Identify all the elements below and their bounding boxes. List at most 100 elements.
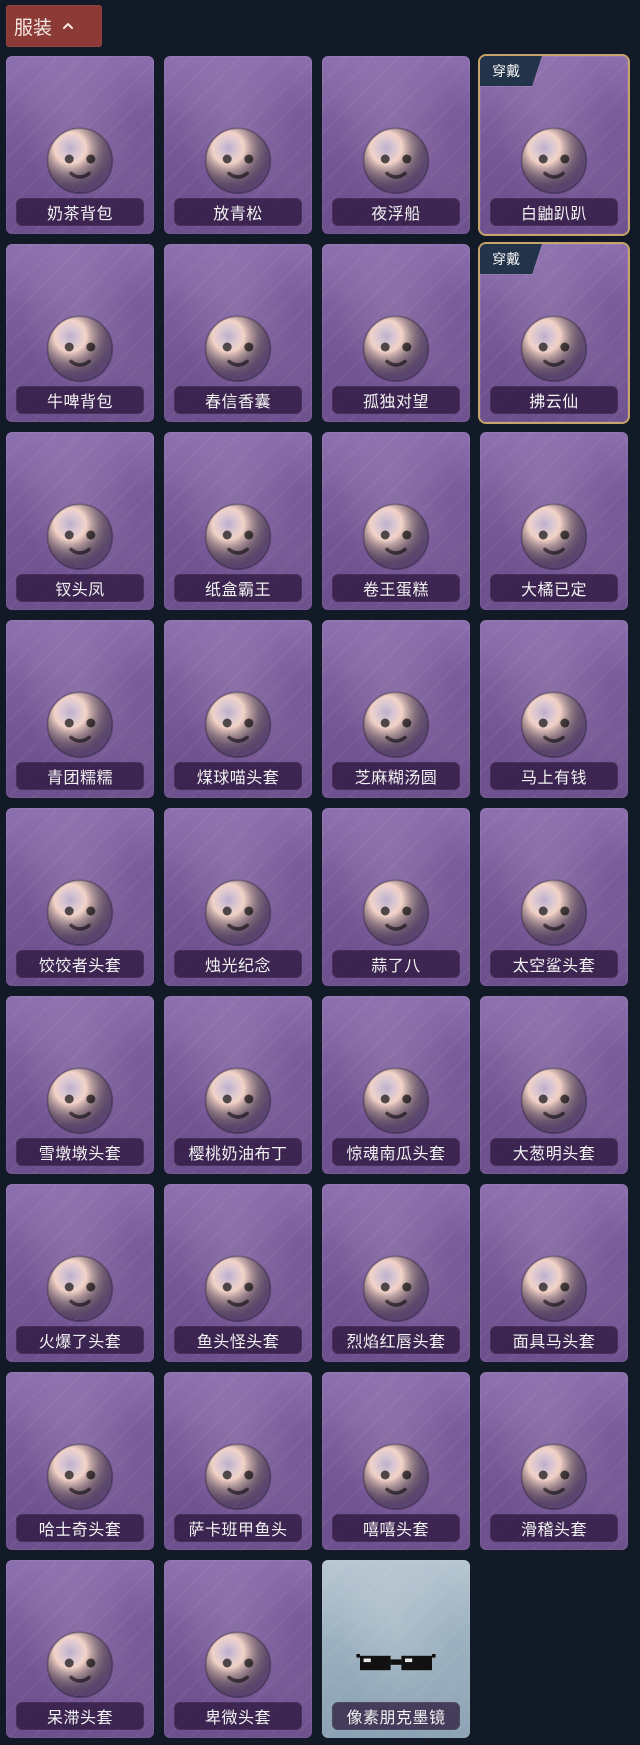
inventory-card[interactable]: 呆滞头套	[6, 1560, 154, 1738]
item-label: 火爆了头套	[16, 1326, 144, 1354]
inventory-card[interactable]: 雪墩墩头套	[6, 996, 154, 1174]
grin-emoji-head-icon	[351, 1430, 441, 1520]
inventory-card[interactable]: 蒜了八	[322, 808, 470, 986]
item-label: 白鼬趴趴	[490, 198, 618, 226]
orange-slice-icon	[509, 490, 599, 580]
inventory-card[interactable]: 太空鲨头套	[480, 808, 628, 986]
inventory-card[interactable]: 鱼头怪头套	[164, 1184, 312, 1362]
box-dinosaur-head-icon	[193, 490, 283, 580]
inventory-card[interactable]: 芝麻糊汤圆	[322, 620, 470, 798]
item-label: 蒜了八	[332, 950, 460, 978]
item-label: 奶茶背包	[16, 198, 144, 226]
inventory-card[interactable]: 牛啤背包	[6, 244, 154, 422]
cherry-pudding-head-icon	[193, 1054, 283, 1144]
space-shark-head-icon	[509, 866, 599, 956]
item-label: 钗头凤	[16, 574, 144, 602]
item-label: 卷王蛋糕	[332, 574, 460, 602]
pikachu-lips-head-icon	[351, 1242, 441, 1332]
item-label: 嘻嘻头套	[332, 1514, 460, 1542]
horse-mask-head-icon	[509, 1242, 599, 1332]
inventory-card[interactable]: 孤独对望	[322, 244, 470, 422]
white-ferret-charm-icon	[509, 114, 599, 204]
inventory-card[interactable]: 钗头凤	[6, 432, 154, 610]
item-label: 鱼头怪头套	[174, 1326, 302, 1354]
fairy-charm-icon	[351, 302, 441, 392]
item-label: 呆滞头套	[16, 1702, 144, 1730]
inventory-card[interactable]: 大橘已定	[480, 432, 628, 610]
item-label: 滑稽头套	[490, 1514, 618, 1542]
inventory-card[interactable]: 惊魂南瓜头套	[322, 996, 470, 1174]
item-label: 哈士奇头套	[16, 1514, 144, 1542]
inventory-card[interactable]: 火爆了头套	[6, 1184, 154, 1362]
item-label: 饺饺者头套	[16, 950, 144, 978]
pine-bonsai-icon	[193, 114, 283, 204]
outfit-tab-label: 服装	[14, 16, 53, 39]
inventory-card[interactable]: 春信香囊	[164, 244, 312, 422]
item-label: 面具马头套	[490, 1326, 618, 1354]
scented-sachet-icon	[193, 302, 283, 392]
equipped-badge-label: 穿戴	[492, 64, 521, 80]
inventory-card[interactable]: 奶茶背包	[6, 56, 154, 234]
smirk-emoji-head-icon	[509, 1430, 599, 1520]
outfit-tab[interactable]: 服装	[6, 5, 102, 47]
green-onion-head-icon	[509, 1054, 599, 1144]
item-label: 春信香囊	[174, 386, 302, 414]
item-label: 烈焰红唇头套	[332, 1326, 460, 1354]
item-label: 夜浮船	[332, 198, 460, 226]
jellyfish-lantern-icon	[351, 114, 441, 204]
inventory-card[interactable]: 烛光纪念	[164, 808, 312, 986]
inventory-card[interactable]: 萨卡班甲鱼头	[164, 1372, 312, 1550]
item-label: 大橘已定	[490, 574, 618, 602]
candle-head-icon	[193, 866, 283, 956]
garlic-head-icon	[351, 866, 441, 956]
cloud-fairy-charm-icon	[509, 302, 599, 392]
item-label: 大葱明头套	[490, 1138, 618, 1166]
inventory-card[interactable]: 卷王蛋糕	[322, 432, 470, 610]
cow-beer-backpack-icon	[35, 302, 125, 392]
inventory-card[interactable]: 夜浮船	[322, 56, 470, 234]
snowman-reindeer-head-icon	[35, 1054, 125, 1144]
inventory-card[interactable]: 穿戴 白鼬趴趴	[480, 56, 628, 234]
inventory-card[interactable]: 嘻嘻头套	[322, 1372, 470, 1550]
inventory-card[interactable]: 穿戴 拂云仙	[480, 244, 628, 422]
item-label: 太空鲨头套	[490, 950, 618, 978]
inventory-card[interactable]: 饺饺者头套	[6, 808, 154, 986]
inventory-card[interactable]: 樱桃奶油布丁	[164, 996, 312, 1174]
item-label: 惊魂南瓜头套	[332, 1138, 460, 1166]
tangyuan-head-icon	[351, 678, 441, 768]
black-cat-head-icon	[193, 678, 283, 768]
fire-head-icon	[35, 1242, 125, 1332]
inventory-card[interactable]: 像素朋克墨镜	[322, 1560, 470, 1738]
equipped-badge: 穿戴	[480, 244, 542, 274]
inventory-card[interactable]: 烈焰红唇头套	[322, 1184, 470, 1362]
dumpling-cloud-head-icon	[35, 866, 125, 956]
red-horse-head-icon	[509, 678, 599, 768]
inventory-card[interactable]: 放青松	[164, 56, 312, 234]
inventory-card[interactable]: 煤球喵头套	[164, 620, 312, 798]
inventory-card[interactable]: 哈士奇头套	[6, 1372, 154, 1550]
item-grid: 奶茶背包 放青松 夜浮船 穿戴 白鼬趴趴 牛啤背包 春信香囊 孤独对望 穿戴 拂…	[6, 56, 634, 1738]
fish-mask-head-icon	[193, 1242, 283, 1332]
humble-emoji-head-icon	[193, 1618, 283, 1708]
item-label: 煤球喵头套	[174, 762, 302, 790]
inventory-card[interactable]: 纸盒霸王	[164, 432, 312, 610]
item-label: 萨卡班甲鱼头	[174, 1514, 302, 1542]
item-label: 放青松	[174, 198, 302, 226]
equipped-badge: 穿戴	[480, 56, 542, 86]
item-label: 芝麻糊汤圆	[332, 762, 460, 790]
item-label: 马上有钱	[490, 762, 618, 790]
green-dumpling-icon	[35, 678, 125, 768]
inventory-card[interactable]: 青团糯糯	[6, 620, 154, 798]
inventory-card[interactable]: 大葱明头套	[480, 996, 628, 1174]
husky-sunglasses-head-icon	[35, 1430, 125, 1520]
roll-cake-icon	[351, 490, 441, 580]
inventory-card[interactable]: 滑稽头套	[480, 1372, 628, 1550]
item-label: 青团糯糯	[16, 762, 144, 790]
item-label: 雪墩墩头套	[16, 1138, 144, 1166]
chevron-up-icon	[60, 18, 76, 34]
inventory-card[interactable]: 面具马头套	[480, 1184, 628, 1362]
inventory-card[interactable]: 马上有钱	[480, 620, 628, 798]
item-label: 孤独对望	[332, 386, 460, 414]
inventory-card[interactable]: 卑微头套	[164, 1560, 312, 1738]
equipped-badge-label: 穿戴	[492, 252, 521, 268]
